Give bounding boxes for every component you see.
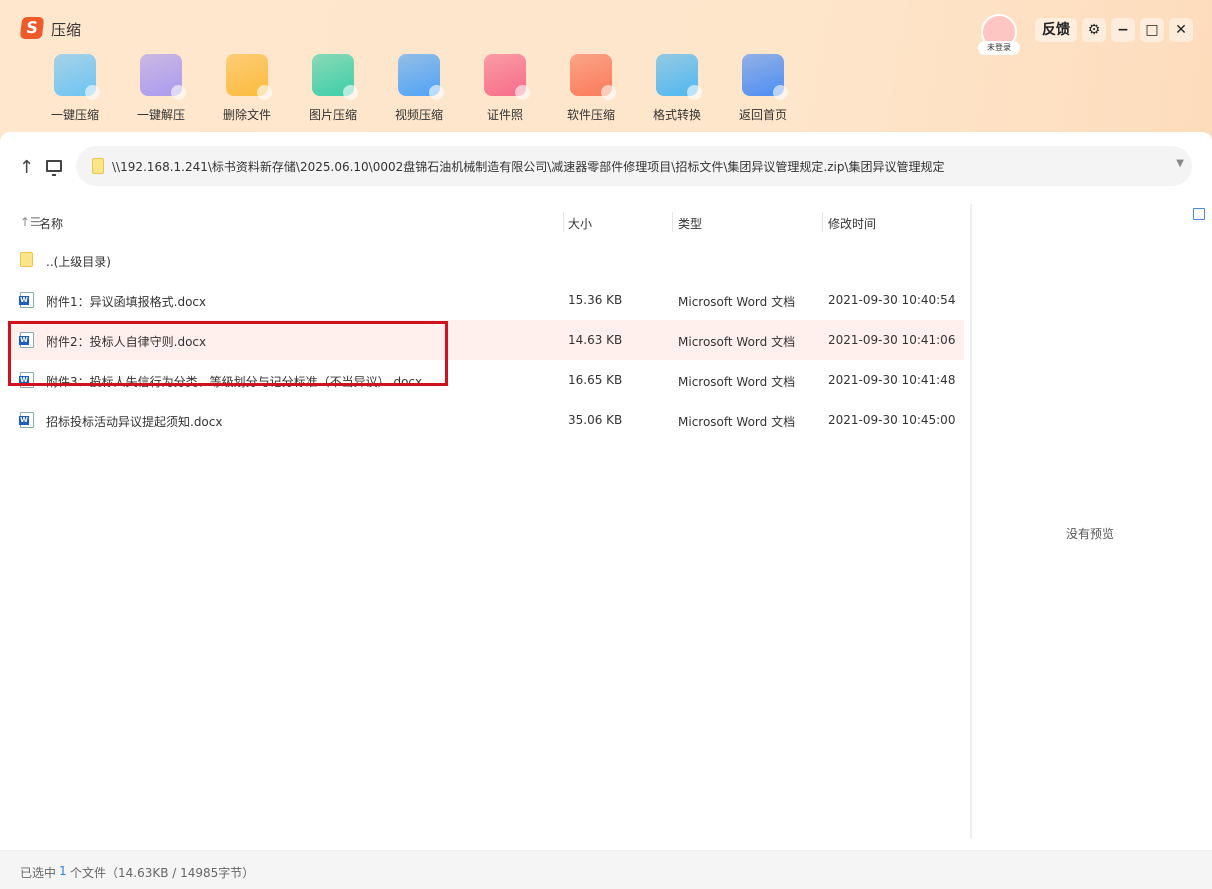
column-type[interactable]: 类型 [678, 215, 702, 232]
preview-placeholder: 没有预览 [1066, 527, 1115, 541]
computer-icon[interactable] [46, 160, 62, 176]
toolbar-software-compress-button[interactable]: 软件压缩 [551, 54, 631, 123]
file-row[interactable]: 招标投标活动异议提起须知.docx 35.06 KB Microsoft Wor… [8, 400, 964, 440]
status-count: 1 [59, 864, 67, 878]
preview-toggle-icon[interactable] [1193, 208, 1205, 220]
file-name: 招标投标活动异议提起须知.docx [46, 415, 223, 429]
toolbar-zip-extract-button[interactable]: 一键解压 [121, 54, 201, 123]
file-row[interactable]: 附件3：投标人失信行为分类、等级划分与记分标准（不当异议）.docx 16.65… [8, 360, 964, 400]
column-modified[interactable]: 修改时间 [828, 215, 876, 232]
file-type: Microsoft Word 文档 [678, 335, 796, 349]
word-file-icon [19, 292, 34, 308]
path-text: \\192.168.1.241\标书资料新存储\2025.06.10\0002盘… [112, 160, 945, 174]
trash-icon [226, 54, 272, 100]
folder-compress-icon [54, 54, 100, 100]
app-logo-icon: S [19, 17, 45, 39]
toolbar-trash-button[interactable]: 删除文件 [207, 54, 287, 123]
toolbar-label: 删除文件 [222, 108, 271, 122]
path-bar[interactable]: \\192.168.1.241\标书资料新存储\2025.06.10\0002盘… [76, 146, 1192, 186]
software-compress-icon [570, 54, 616, 100]
home-icon [742, 54, 788, 100]
status-prefix: 已选中 [20, 866, 57, 880]
folder-icon [20, 252, 33, 267]
toolbar-label: 图片压缩 [308, 108, 357, 122]
file-size: 16.65 KB [568, 373, 623, 387]
column-name[interactable]: 名称 [39, 215, 63, 232]
column-size[interactable]: 大小 [568, 215, 592, 232]
word-file-icon [19, 372, 34, 388]
toolbar-label: 格式转换 [652, 108, 701, 122]
file-modified: 2021-09-30 10:41:48 [828, 373, 956, 387]
toolbar-folder-compress-button[interactable]: 一键压缩 [35, 54, 115, 123]
status-suffix: 个文件（14.63KB / 14985字节） [70, 866, 255, 880]
minimize-button[interactable]: − [1111, 18, 1135, 42]
file-modified: 2021-09-30 10:40:54 [828, 293, 956, 307]
status-bar: 已选中 1 个文件（14.63KB / 14985字节） [0, 850, 1212, 889]
file-row[interactable]: 附件2：投标人自律守则.docx 14.63 KB Microsoft Word… [8, 320, 964, 360]
zip-extract-icon [140, 54, 186, 100]
file-type: Microsoft Word 文档 [678, 295, 796, 309]
file-size: 35.06 KB [568, 413, 623, 427]
sort-icon[interactable]: ↑☰ [20, 215, 41, 229]
column-divider[interactable] [672, 212, 673, 232]
settings-icon[interactable]: ⚙ [1082, 18, 1106, 42]
toolbar-format-convert-button[interactable]: 格式转换 [637, 54, 717, 123]
toolbar-label: 视频压缩 [394, 108, 443, 122]
file-modified: 2021-09-30 10:45:00 [828, 413, 956, 427]
toolbar-label: 证件照 [486, 108, 523, 122]
toolbar-label: 一键解压 [136, 108, 185, 122]
file-type: Microsoft Word 文档 [678, 375, 796, 389]
maximize-button[interactable]: □ [1140, 18, 1164, 42]
folder-icon [92, 158, 104, 174]
file-modified: 2021-09-30 10:41:06 [828, 333, 956, 347]
parent-directory-label: ..(上级目录) [46, 255, 111, 269]
toolbar-label: 返回首页 [738, 108, 787, 122]
title-bar: S 压缩 一键压缩 一键解压 删除文件 图片压缩 视频压缩 证件照 软件压缩 格式转换 返回首页… [0, 0, 1212, 135]
toolbar-label: 一键压缩 [50, 108, 99, 122]
id-photo-icon [484, 54, 530, 100]
file-row[interactable]: 附件1：异议函填报格式.docx 15.36 KB Microsoft Word… [8, 280, 964, 320]
file-browser: ↑ \\192.168.1.241\标书资料新存储\2025.06.10\000… [0, 132, 1212, 889]
app-title: 压缩 [51, 21, 82, 39]
file-name: 附件3：投标人失信行为分类、等级划分与记分标准（不当异议）.docx [46, 375, 423, 389]
file-name: 附件1：异议函填报格式.docx [46, 295, 207, 309]
toolbar-label: 软件压缩 [566, 108, 615, 122]
toolbar-id-photo-button[interactable]: 证件照 [465, 54, 545, 123]
image-compress-icon [312, 54, 358, 100]
toolbar-image-compress-button[interactable]: 图片压缩 [293, 54, 373, 123]
parent-directory-row[interactable]: ..(上级目录) [8, 240, 964, 280]
pane-splitter[interactable] [970, 204, 972, 838]
file-name: 附件2：投标人自律守则.docx [46, 335, 207, 349]
close-button[interactable]: ✕ [1169, 18, 1193, 42]
feedback-button[interactable]: 反馈 [1035, 18, 1077, 42]
login-status[interactable]: 未登录 [978, 41, 1020, 55]
column-divider[interactable] [822, 212, 823, 232]
toolbar-video-compress-button[interactable]: 视频压缩 [379, 54, 459, 123]
toolbar-home-button[interactable]: 返回首页 [723, 54, 803, 123]
up-arrow-icon[interactable]: ↑ [19, 157, 34, 178]
file-type: Microsoft Word 文档 [678, 415, 796, 429]
column-divider[interactable] [563, 212, 564, 232]
word-file-icon [19, 412, 34, 428]
file-size: 15.36 KB [568, 293, 623, 307]
file-size: 14.63 KB [568, 333, 623, 347]
word-file-icon [19, 332, 34, 348]
format-convert-icon [656, 54, 702, 100]
chevron-down-icon[interactable]: ▼ [1176, 158, 1184, 169]
video-compress-icon [398, 54, 444, 100]
